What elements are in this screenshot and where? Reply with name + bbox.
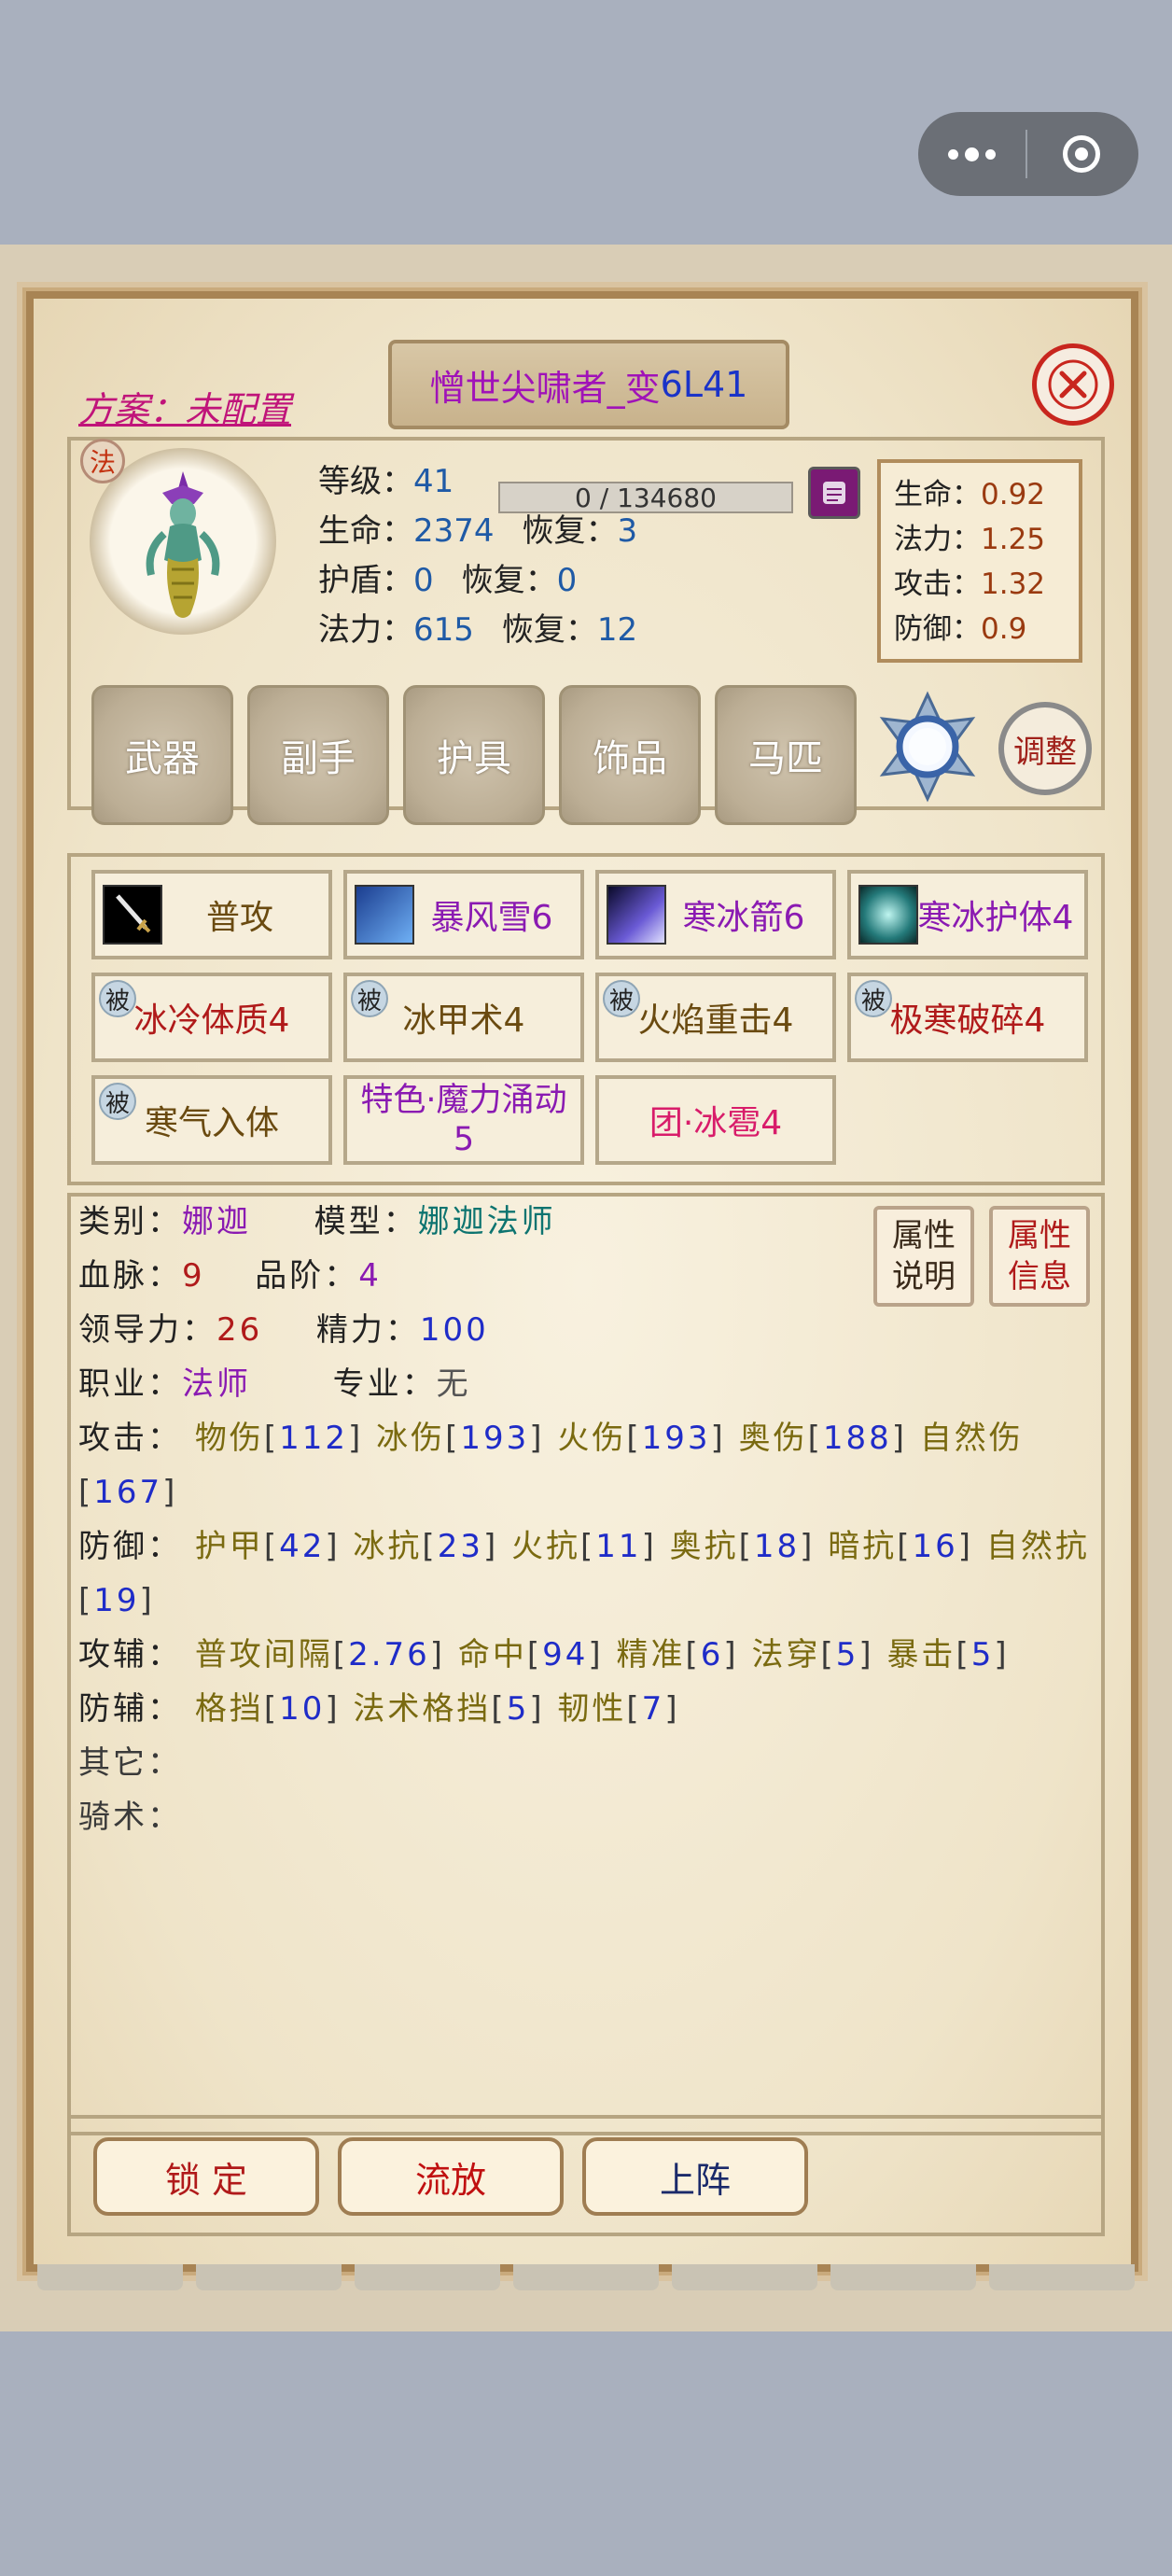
rank-medal-icon[interactable] (872, 691, 984, 803)
level-label: 等级： (318, 463, 413, 500)
info-other-row: 其它： (78, 1744, 182, 1782)
tab-stub[interactable] (830, 2264, 976, 2290)
shield-value: 0 (413, 562, 434, 599)
passive-badge: 被 (351, 980, 388, 1017)
sword-icon (103, 885, 162, 945)
info-defense-row: 防御： 护甲[42] 冰抗[23] 火抗[11] 奥抗[18] 暗抗[16] 自… (78, 1528, 1090, 1619)
shield-regen-label: 恢复： (461, 562, 557, 599)
deploy-button[interactable]: 上阵 (582, 2137, 808, 2216)
passive-badge: 被 (855, 980, 892, 1017)
equip-slot-armor[interactable]: 护具 (403, 685, 545, 825)
plan-link[interactable]: 方案：未配置 (78, 381, 291, 432)
skill-slot[interactable]: 被 冰冷体质4 (91, 973, 332, 1062)
info-leader-row: 领导力：26 精力：100 (78, 1311, 489, 1349)
skill-label: 寒冰箭6 (682, 899, 805, 937)
growth-ratios: 生命：0.92 法力：1.25 攻击：1.32 防御：0.9 (877, 459, 1082, 663)
skill-label: 普攻 (205, 899, 273, 937)
hp-label: 生命： (318, 512, 413, 550)
skill-slot[interactable]: 被 寒气入体 (91, 1075, 332, 1165)
passive-badge: 被 (99, 980, 136, 1017)
skill-label: 寒气入体 (144, 1104, 279, 1142)
skill-slot[interactable]: 暴风雪6 (343, 870, 584, 959)
adjust-button[interactable]: 调整 (998, 702, 1092, 795)
blizzard-icon (355, 885, 414, 945)
ice-arrow-icon (607, 885, 666, 945)
info-attack-row: 攻击： 物伤[112] 冰伤[193] 火伤[193] 奥伤[188] 自然伤[… (78, 1420, 1024, 1511)
passive-badge: 被 (99, 1083, 136, 1120)
skill-label: 寒冰护体4 (917, 899, 1074, 937)
equip-slot-mount[interactable]: 马匹 (715, 685, 857, 825)
skill-slot[interactable]: 特色·魔力涌动5 (343, 1075, 584, 1165)
mp-regen-value: 12 (596, 611, 638, 649)
tab-stub[interactable] (355, 2264, 500, 2290)
mini-program-capsule (918, 112, 1138, 196)
tab-stub[interactable] (672, 2264, 817, 2290)
shield-label: 护盾： (318, 562, 413, 599)
tab-stub[interactable] (37, 2264, 183, 2290)
hp-value: 2374 (413, 512, 495, 550)
attr-info-button[interactable]: 属性 信息 (989, 1206, 1090, 1307)
close-icon (1048, 359, 1098, 410)
star-badge-icon (879, 691, 976, 803)
attr-explain-button[interactable]: 属性 说明 (873, 1206, 974, 1307)
tab-stub[interactable] (513, 2264, 659, 2290)
shield-regen-value: 0 (556, 562, 578, 599)
equip-slot-weapon[interactable]: 武器 (91, 685, 233, 825)
skill-slot[interactable]: 团·冰雹4 (595, 1075, 836, 1165)
title-tab: 憎世尖啸者_变 6L41 (388, 340, 789, 429)
hp-regen-value: 3 (617, 512, 638, 550)
tab-stub[interactable] (989, 2264, 1135, 2290)
skill-slot[interactable]: 被 冰甲术4 (343, 973, 584, 1062)
ice-armor-icon (858, 885, 918, 945)
equip-slot-accessory[interactable]: 饰品 (559, 685, 701, 825)
tab-stub[interactable] (196, 2264, 342, 2290)
close-button[interactable] (1032, 343, 1114, 426)
level-value: 41 (413, 463, 454, 500)
mp-value: 615 (413, 611, 474, 649)
pet-level-tag: 6L41 (660, 364, 748, 405)
exile-button[interactable]: 流放 (338, 2137, 564, 2216)
skill-slot[interactable]: 被 极寒破碎4 (847, 973, 1088, 1062)
more-dots-icon[interactable] (918, 147, 1026, 161)
class-badge: 法 (80, 439, 125, 483)
info-riding-row: 骑术： (78, 1799, 182, 1836)
skill-label: 冰甲术4 (402, 1001, 525, 1040)
skill-label: 团·冰雹4 (649, 1104, 783, 1142)
hp-regen-label: 恢复： (522, 512, 618, 550)
skill-slot[interactable]: 寒冰护体4 (847, 870, 1088, 959)
info-atk-aux-row: 攻辅： 普攻间隔[2.76] 命中[94] 精准[6] 法穿[5] 暴击[5] (78, 1636, 1010, 1673)
passive-badge: 被 (603, 980, 640, 1017)
info-def-aux-row: 防辅： 格挡[10] 法术格挡[5] 韧性[7] (78, 1690, 680, 1728)
skill-slot[interactable]: 普攻 (91, 870, 332, 959)
exp-book-icon[interactable] (808, 467, 860, 519)
skill-label: 冰冷体质4 (133, 1001, 290, 1040)
lock-button[interactable]: 锁 定 (93, 2137, 319, 2216)
exp-bar: 0 / 134680 (498, 482, 793, 513)
target-circle-icon[interactable] (1027, 135, 1135, 173)
skill-label: 极寒破碎4 (889, 1001, 1046, 1040)
skill-label: 暴风雪6 (430, 899, 553, 937)
equip-slot-offhand[interactable]: 副手 (247, 685, 389, 825)
skill-label: 特色·魔力涌动5 (360, 1082, 567, 1158)
scroll-icon (823, 482, 845, 504)
info-job-row: 职业：法师 专业：无 (78, 1365, 471, 1403)
mp-label: 法力： (318, 611, 413, 649)
ratio-attack: 攻击：1.32 (894, 567, 1046, 601)
skill-label: 火焰重击4 (637, 1001, 794, 1040)
bottom-tab-strip (37, 2264, 1135, 2290)
pet-detail-panel: 方案：未配置 憎世尖啸者_变 6L41 法 等级： 41 生命： 2374 恢复： 3 护… (26, 291, 1138, 2272)
ratio-hp: 生命：0.92 (894, 478, 1046, 511)
ratio-mp: 法力：1.25 (894, 523, 1046, 556)
skill-slot[interactable]: 寒冰箭6 (595, 870, 836, 959)
skill-slot[interactable]: 被 火焰重击4 (595, 973, 836, 1062)
pet-name: 憎世尖啸者_变 (429, 367, 661, 409)
attribute-info: 类别：娜迦 模型：娜迦法师 血脉：9 品阶：4 领导力：26 精力：100 职业… (78, 1195, 1105, 2128)
ratio-defense: 防御：0.9 (894, 612, 1027, 646)
mp-regen-label: 恢复： (501, 611, 597, 649)
